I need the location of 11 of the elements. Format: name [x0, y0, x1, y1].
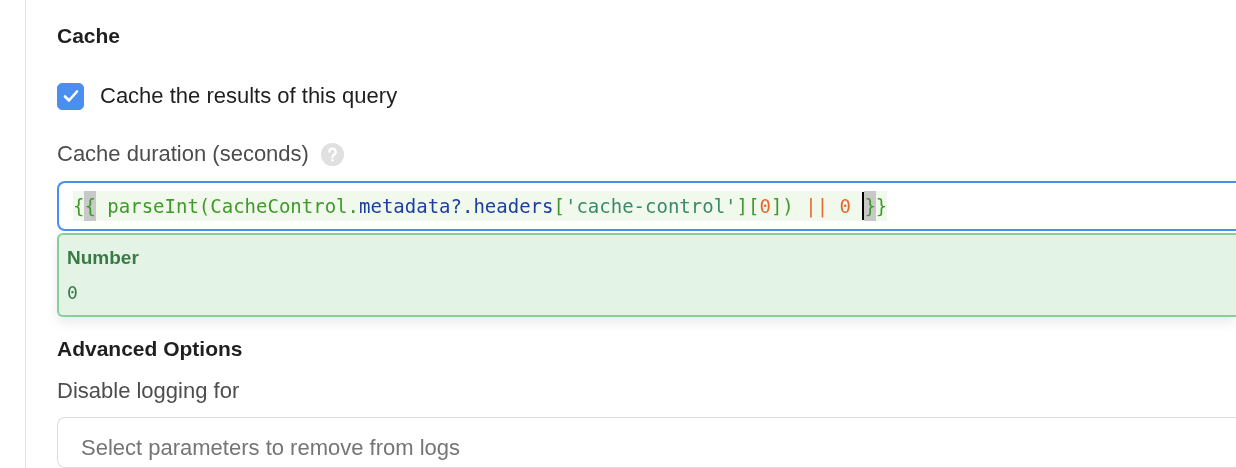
checkbox[interactable] — [57, 82, 84, 110]
field-label: Disable logging for — [57, 376, 241, 405]
checkbox-label: Cache the results of this query — [100, 82, 398, 110]
checkmark-icon — [61, 87, 80, 105]
parameter-select-field[interactable]: Select parameters to remove from logs — [57, 416, 1236, 468]
section-heading: Cache — [57, 23, 122, 49]
field-label: Cache duration (seconds) — [57, 140, 309, 168]
section-heading: Advanced Options — [57, 335, 244, 362]
code-input-field[interactable]: {{ parseInt(CacheControl.metadata?.headers['cache-control'][0]) || 0 }} — [57, 181, 1236, 231]
result-type: Number — [67, 245, 140, 270]
result-value: 0 — [67, 280, 79, 305]
